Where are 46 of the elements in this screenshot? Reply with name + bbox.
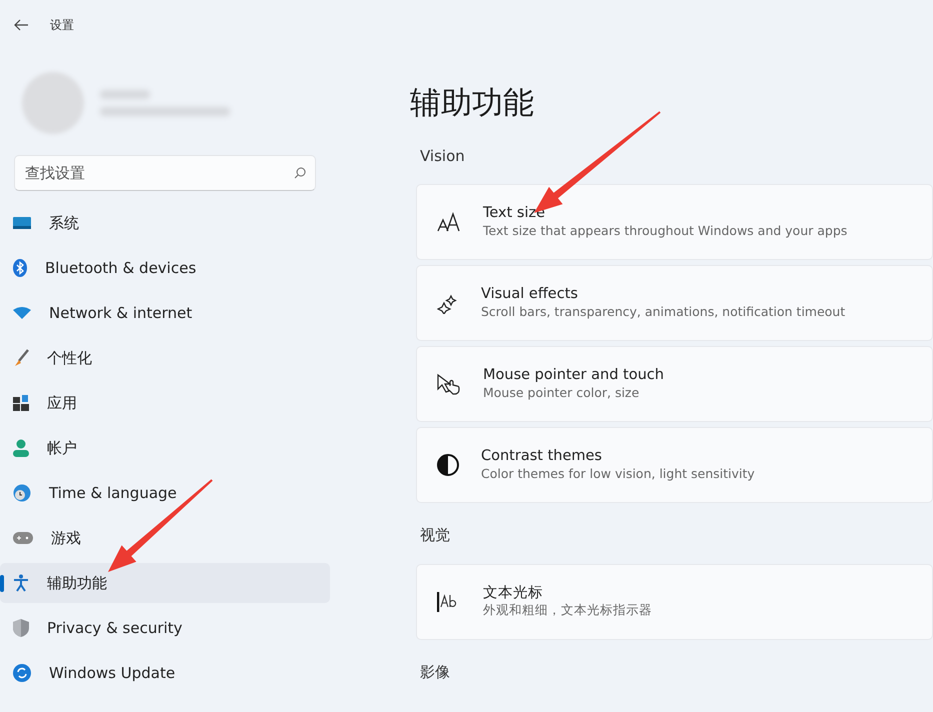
globe-clock-icon [13,484,31,502]
sidebar-item[interactable]: Network & internet [0,293,330,333]
settings-card[interactable]: 文本光标 外观和粗细，文本光标指示器 [416,564,933,640]
card-title: Mouse pointer and touch [483,367,664,385]
blurred-account-name [100,90,150,98]
settings-card[interactable]: Visual effects Scroll bars, transparency, animations, notification timeout [416,265,933,341]
monitor-icon [13,216,31,230]
card-title: Visual effects [481,286,579,304]
sidebar-item[interactable]: Bluetooth & devices [0,248,330,288]
card-title: 文本光标 [483,584,544,602]
window-title: 设置 [50,17,74,34]
person-icon [13,439,29,457]
sidebar-item[interactable]: 应用 [0,383,330,423]
search-icon[interactable] [294,167,306,179]
sparkle-icon [437,292,459,314]
brush-icon [13,349,29,367]
apps-icon [13,395,29,411]
accessibility-icon [13,574,29,592]
page-title: 辅助功能 [410,84,535,123]
card-description: Color themes for low vision, light sensitivity [481,466,755,482]
section-heading: 视觉 [419,525,451,546]
card-description: Text size that appears throughout Windows and your apps [483,222,848,239]
settings-card[interactable]: Contrast themes Color themes for low vision, light sensitivity [416,427,933,503]
card-description: Scroll bars, transparency, animations, notification timeout [481,304,846,320]
back-arrow-icon[interactable] [14,19,28,31]
sidebar-item[interactable]: 系统 [0,203,330,243]
wifi-icon [13,307,31,319]
card-title: Contrast themes [481,448,603,466]
settings-card[interactable]: Mouse pointer and touch Mouse pointer color, size [416,346,933,422]
section-heading: 影像 [419,662,451,682]
shield-icon [13,619,29,637]
text-size-icon [437,212,461,232]
contrast-icon [437,454,459,476]
sidebar-item[interactable]: 辅助功能 [0,563,330,603]
sidebar-item[interactable]: Privacy & security [0,608,330,648]
card-description: 外观和粗细，文本光标指示器 [483,602,652,618]
refresh-icon [13,664,31,682]
sidebar-item[interactable]: Windows Update [0,653,330,693]
sidebar-item[interactable]: 个性化 [0,338,330,378]
card-description: Mouse pointer color, size [483,384,640,401]
search-field[interactable]: 查找设置 [14,155,316,191]
sidebar-item[interactable]: 帐户 [0,428,330,468]
pointer-hand-icon [437,373,461,395]
gamepad-icon [13,532,33,544]
section-heading: Vision [419,146,466,166]
bluetooth-icon [13,259,27,277]
